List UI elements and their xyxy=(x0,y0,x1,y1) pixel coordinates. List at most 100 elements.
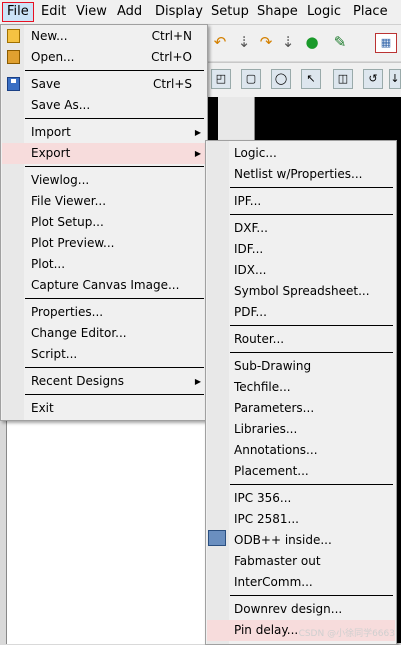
export-item-ipc-356[interactable]: IPC 356... xyxy=(207,488,395,509)
export-item-logic[interactable]: Logic... xyxy=(207,143,395,164)
export-item-odb-inside[interactable]: ODB++ inside... xyxy=(207,530,395,551)
menu-item-plot-preview[interactable]: Plot Preview... xyxy=(2,233,206,254)
menu-item-label: Netlist w/Properties... xyxy=(234,167,363,181)
menu-item-label: Libraries... xyxy=(234,422,298,436)
menu-place[interactable]: Place xyxy=(349,2,392,22)
rotate-icon[interactable]: ↺ xyxy=(363,69,383,89)
shape-icon[interactable]: ◫ xyxy=(333,69,353,89)
menu-separator xyxy=(25,298,204,299)
menu-add[interactable]: Add xyxy=(113,2,146,22)
menu-item-label: New... xyxy=(31,29,68,43)
export-item-ipf[interactable]: IPF... xyxy=(207,191,395,212)
export-item-placement[interactable]: Placement... xyxy=(207,461,395,482)
menu-item-plot-setup[interactable]: Plot Setup... xyxy=(2,212,206,233)
menu-view[interactable]: View xyxy=(72,2,111,22)
redo-icon[interactable]: ↷ xyxy=(257,33,275,51)
menu-item-label: Logic... xyxy=(234,146,277,160)
arrow-icon[interactable]: ↓ xyxy=(389,69,401,89)
menu-item-file-viewer[interactable]: File Viewer... xyxy=(2,191,206,212)
menu-item-label: Properties... xyxy=(31,305,104,319)
select-arrow-icon[interactable]: ↖ xyxy=(301,69,321,89)
menu-item-open[interactable]: Open... Ctrl+O xyxy=(2,47,206,68)
menu-item-label: Symbol Spreadsheet... xyxy=(234,284,370,298)
menu-display[interactable]: Display xyxy=(151,2,207,22)
export-item-libraries[interactable]: Libraries... xyxy=(207,419,395,440)
export-item-annotations[interactable]: Annotations... xyxy=(207,440,395,461)
menu-item-label: Parameters... xyxy=(234,401,315,415)
menu-logic[interactable]: Logic xyxy=(303,2,345,22)
menu-item-import[interactable]: Import ▶ xyxy=(2,122,206,143)
menu-item-label: Router... xyxy=(234,332,285,346)
menu-item-label: Save xyxy=(31,77,61,91)
menu-item-new[interactable]: New... Ctrl+N xyxy=(2,26,206,47)
open-folder-icon xyxy=(7,50,20,64)
submenu-arrow-icon: ▶ xyxy=(194,128,201,137)
menu-item-label: IDX... xyxy=(234,263,267,277)
pin-icon[interactable]: ✎ xyxy=(331,33,349,51)
export-item-intercomm[interactable]: InterComm... xyxy=(207,572,395,593)
menu-item-save-as[interactable]: Save As... xyxy=(2,95,206,116)
menu-item-label: DXF... xyxy=(234,221,268,235)
export-item-idf[interactable]: IDF... xyxy=(207,239,395,260)
menu-item-label: Plot... xyxy=(31,257,66,271)
new-file-icon xyxy=(7,29,20,43)
menu-separator xyxy=(25,166,204,167)
menu-setup[interactable]: Setup xyxy=(207,2,253,22)
menu-item-change-editor[interactable]: Change Editor... xyxy=(2,323,206,344)
menu-item-label: Fabmaster out xyxy=(234,554,321,568)
left-pane-content xyxy=(6,420,206,644)
down-arrow-icon[interactable]: ⇣ xyxy=(235,33,253,51)
square-icon[interactable]: ▢ xyxy=(241,69,261,89)
menu-item-label: Plot Preview... xyxy=(31,236,115,250)
menu-item-export[interactable]: Export ▶ xyxy=(2,143,206,164)
menu-item-exit[interactable]: Exit xyxy=(2,398,206,419)
circle-icon[interactable]: ◯ xyxy=(271,69,291,89)
down-arrow-icon[interactable]: ⇣ xyxy=(279,33,297,51)
menu-item-properties[interactable]: Properties... xyxy=(2,302,206,323)
menu-file[interactable]: File xyxy=(2,2,34,22)
odb-icon xyxy=(208,530,226,546)
export-item-techfile[interactable]: Techfile... xyxy=(207,377,395,398)
file-menu: New... Ctrl+N Open... Ctrl+O Save Ctrl+S… xyxy=(0,24,208,421)
menu-item-label: Plot Setup... xyxy=(31,215,104,229)
menu-item-label: File Viewer... xyxy=(31,194,107,208)
menu-item-label: Sub-Drawing xyxy=(234,359,312,373)
menu-item-save[interactable]: Save Ctrl+S xyxy=(2,74,206,95)
export-item-dxf[interactable]: DXF... xyxy=(207,218,395,239)
menu-item-viewlog[interactable]: Viewlog... xyxy=(2,170,206,191)
submenu-arrow-icon: ▶ xyxy=(194,377,201,386)
rectangle-icon[interactable]: ◰ xyxy=(211,69,231,89)
menu-item-script[interactable]: Script... xyxy=(2,344,206,365)
menu-item-capture-canvas-image[interactable]: Capture Canvas Image... xyxy=(2,275,206,296)
menu-item-label: ODB++ inside... xyxy=(234,533,332,547)
menu-item-label: InterComm... xyxy=(234,575,313,589)
menu-item-label: PDF... xyxy=(234,305,267,319)
menu-item-recent-designs[interactable]: Recent Designs ▶ xyxy=(2,371,206,392)
menu-item-label: IPF... xyxy=(234,194,262,208)
menu-shape[interactable]: Shape xyxy=(253,2,302,22)
export-item-netlist-properties[interactable]: Netlist w/Properties... xyxy=(207,164,395,185)
grid-icon[interactable]: ▦ xyxy=(375,33,397,53)
export-item-sub-drawing[interactable]: Sub-Drawing xyxy=(207,356,395,377)
export-item-parameters[interactable]: Parameters... xyxy=(207,398,395,419)
menu-separator xyxy=(25,394,204,395)
export-item-pdf[interactable]: PDF... xyxy=(207,302,395,323)
undo-icon[interactable]: ↶ xyxy=(211,33,229,51)
export-item-idx[interactable]: IDX... xyxy=(207,260,395,281)
export-item-symbol-spreadsheet[interactable]: Symbol Spreadsheet... xyxy=(207,281,395,302)
export-item-fabmaster-out[interactable]: Fabmaster out xyxy=(207,551,395,572)
menu-separator xyxy=(230,187,393,188)
menu-edit[interactable]: Edit xyxy=(37,2,70,22)
menu-item-plot[interactable]: Plot... xyxy=(2,254,206,275)
menu-item-label: Export xyxy=(31,146,71,160)
export-item-router[interactable]: Router... xyxy=(207,329,395,350)
menu-item-label: Placement... xyxy=(234,464,309,478)
save-disk-icon xyxy=(7,77,20,91)
export-item-ipc-2581[interactable]: IPC 2581... xyxy=(207,509,395,530)
menu-item-label: Pin delay... xyxy=(234,623,299,637)
menu-separator xyxy=(230,214,393,215)
export-item-downrev-design[interactable]: Downrev design... xyxy=(207,599,395,620)
menu-item-label: Viewlog... xyxy=(31,173,90,187)
green-sphere-icon[interactable]: ● xyxy=(303,33,321,51)
menu-separator xyxy=(230,595,393,596)
